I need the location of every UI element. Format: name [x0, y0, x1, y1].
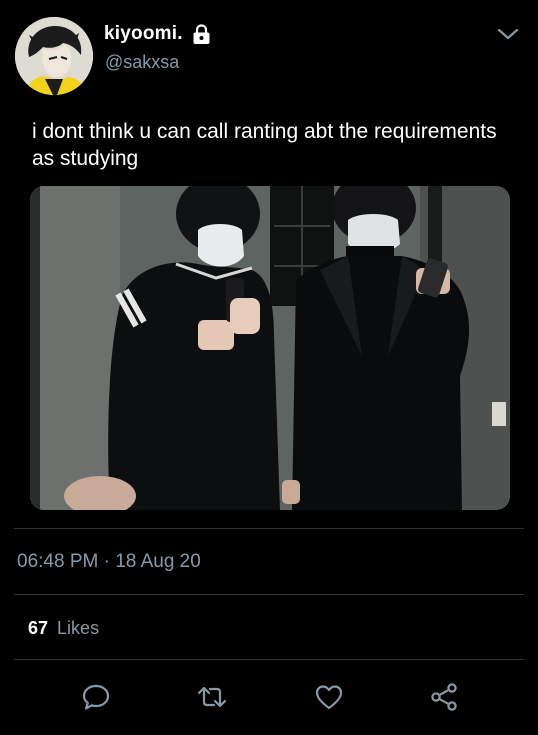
- retweet-icon: [196, 682, 228, 712]
- timestamp-separator: ·: [103, 551, 110, 572]
- chevron-down-icon[interactable]: [496, 24, 520, 44]
- reply-button[interactable]: [79, 680, 113, 714]
- likes-stat[interactable]: 67 Likes: [28, 618, 99, 639]
- display-name[interactable]: kiyoomi.: [104, 23, 183, 45]
- like-button[interactable]: [312, 680, 346, 714]
- tweet-media-photo[interactable]: [30, 186, 510, 510]
- user-handle[interactable]: @sakxsa: [105, 52, 179, 73]
- divider: [14, 528, 524, 529]
- divider: [14, 659, 524, 660]
- likes-count: 67: [28, 618, 49, 638]
- avatar-illustration: [15, 17, 93, 95]
- author-name-row[interactable]: kiyoomi.: [104, 22, 211, 46]
- tweet-time: 06:48 PM: [17, 551, 99, 572]
- tweet-timestamp[interactable]: 06:48 PM · 18 Aug 20: [17, 551, 201, 573]
- reply-icon: [81, 682, 111, 712]
- heart-icon: [314, 683, 344, 711]
- tweet-date: 18 Aug 20: [115, 551, 201, 572]
- tweet-text: i dont think u can call ranting abt the …: [32, 120, 497, 170]
- tweet-detail: kiyoomi. @sakxsa i dont think u can call…: [0, 0, 538, 735]
- avatar[interactable]: [15, 17, 93, 95]
- divider: [14, 594, 524, 595]
- lock-icon: [192, 23, 211, 45]
- likes-label: Likes: [57, 618, 100, 638]
- share-icon: [429, 682, 459, 712]
- retweet-button[interactable]: [195, 680, 229, 714]
- share-button[interactable]: [427, 680, 461, 714]
